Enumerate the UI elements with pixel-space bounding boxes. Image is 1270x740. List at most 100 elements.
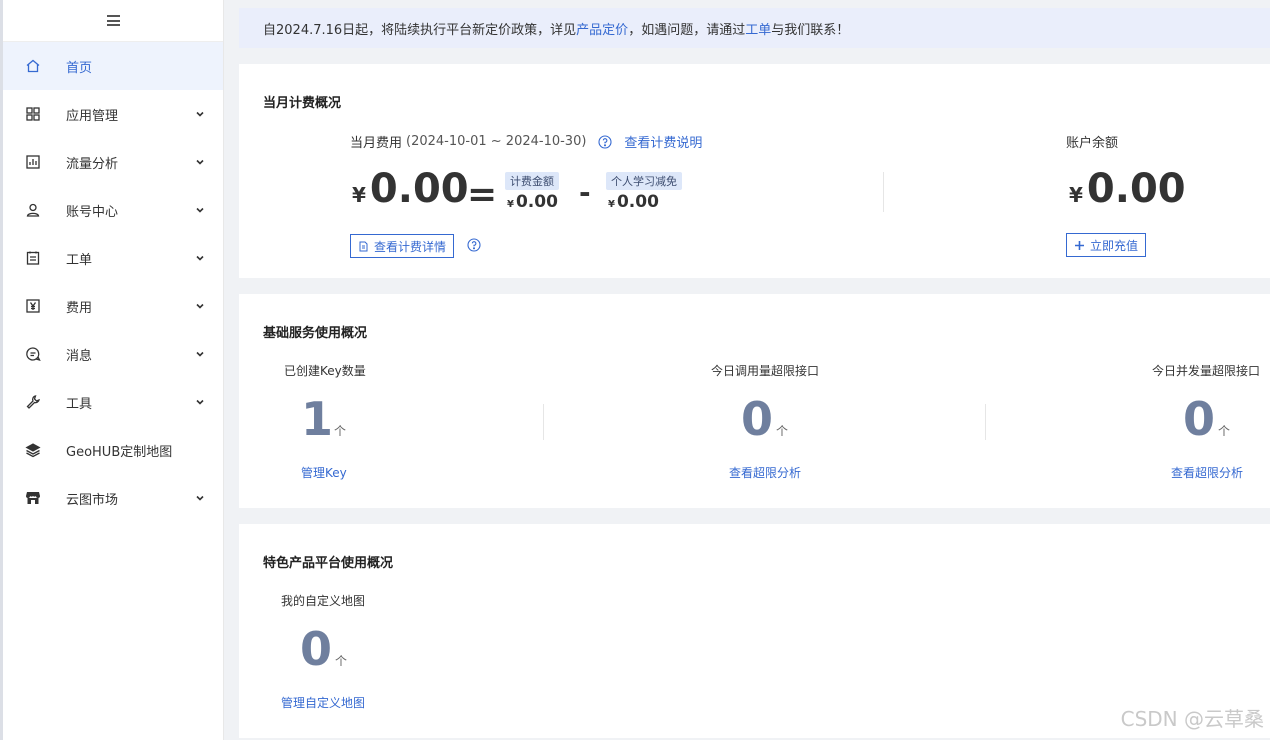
stat-value: 0: [1183, 392, 1216, 446]
store-icon: [25, 490, 41, 506]
billed-amount: ¥ 0.00: [507, 192, 558, 212]
sidebar-item-label: 工单: [66, 252, 93, 268]
main-content: 自2024.7.16日起，将陆续执行平台新定价政策，详见 产品定价 ，如遇问题，请通…: [239, 8, 1270, 738]
button-label: 立即充值: [1090, 238, 1139, 253]
sidebar-item-home[interactable]: 首页: [3, 42, 223, 90]
relief-amount: ¥ 0.00: [608, 192, 659, 212]
manage-custom-map-link[interactable]: 管理自定义地图: [281, 694, 365, 711]
stat-label: 今日调用量超限接口: [711, 364, 820, 378]
chevron-down-icon[interactable]: [195, 109, 205, 119]
sidebar-item-geohub[interactable]: GeoHUB定制地图: [3, 426, 223, 474]
recharge-button[interactable]: 立即充值: [1066, 233, 1147, 257]
chevron-down-icon[interactable]: [195, 493, 205, 503]
currency-symbol: ¥: [1069, 183, 1083, 207]
view-billing-details-button[interactable]: 查看计费详情: [350, 234, 455, 258]
billing-title: 当月计费概况: [263, 96, 342, 111]
divider: [543, 404, 544, 440]
layers-icon: [25, 442, 41, 458]
relief-tag: 个人学习减免: [606, 172, 682, 190]
sidebar-item-label: 费用: [66, 300, 93, 316]
currency-symbol: ¥: [352, 183, 366, 207]
sidebar-item-label: 流量分析: [66, 156, 119, 172]
divider: [883, 172, 884, 212]
chevron-down-icon[interactable]: [195, 253, 205, 263]
chevron-down-icon[interactable]: [195, 301, 205, 311]
sidebar-item-app-management[interactable]: 应用管理: [3, 90, 223, 138]
balance-value: 0.00: [1086, 166, 1186, 212]
total-fee: ¥ 0.00: [352, 166, 469, 212]
sidebar-item-fees[interactable]: 费用: [3, 282, 223, 330]
hamburger-icon[interactable]: [106, 15, 120, 26]
stat-label: 今日并发量超限接口: [1152, 364, 1261, 378]
stat-value: 0: [741, 392, 774, 446]
relief-amount-value: 0.00: [616, 192, 659, 212]
help-icon[interactable]: [467, 238, 481, 252]
basic-services-title: 基础服务使用概况: [263, 326, 368, 341]
ticket-link[interactable]: 工单: [745, 19, 771, 38]
button-label: 查看计费详情: [374, 239, 447, 254]
sidebar-item-account-center[interactable]: 账号中心: [3, 186, 223, 234]
sidebar-item-label: 云图市场: [66, 492, 119, 508]
watermark: CSDN @云草桑: [1120, 707, 1264, 731]
basic-services-card: 基础服务使用概况 已创建Key数量 1 个 管理Key 今日调用量超限接口 0 …: [239, 294, 1270, 508]
sidebar-item-label: 工具: [66, 396, 93, 412]
chevron-down-icon[interactable]: [195, 349, 205, 359]
document-icon: [359, 241, 368, 251]
monthly-fee-label: 当月费用 (2024-10-01 ~ 2024-10-30) 查看计费说明: [350, 132, 702, 151]
sidebar-item-label: 首页: [66, 60, 93, 76]
stat-unit: 个: [1218, 424, 1231, 438]
stat-label: 我的自定义地图: [281, 594, 366, 608]
equals-sign: =: [467, 174, 498, 215]
sidebar-item-cloud-market[interactable]: 云图市场: [3, 474, 223, 522]
chevron-down-icon[interactable]: [195, 397, 205, 407]
chevron-down-icon[interactable]: [195, 157, 205, 167]
sidebar-toggle-button[interactable]: [3, 0, 223, 42]
stat-unit: 个: [335, 654, 348, 668]
ticket-icon: [25, 250, 41, 266]
sidebar-item-label: 应用管理: [66, 108, 119, 124]
feature-products-card: 特色产品平台使用概况 我的自定义地图 0 个 管理自定义地图: [239, 524, 1270, 738]
stat-value: 1: [301, 392, 334, 446]
fee-label-text: 当月费用: [350, 136, 403, 151]
billing-card: 当月计费概况 当月费用 (2024-10-01 ~ 2024-10-30) 查看…: [239, 64, 1270, 278]
pricing-link[interactable]: 产品定价: [576, 19, 628, 38]
chevron-down-icon[interactable]: [195, 205, 205, 215]
notice-text: 自2024.7.16日起，将陆续执行平台新定价政策，详见: [263, 22, 577, 38]
wrench-icon: [25, 394, 41, 410]
sidebar-item-label: GeoHUB定制地图: [66, 444, 173, 460]
user-icon: [25, 202, 41, 218]
notice-banner: 自2024.7.16日起，将陆续执行平台新定价政策，详见 产品定价 ，如遇问题，请通…: [239, 8, 1270, 48]
sidebar-item-ticket[interactable]: 工单: [3, 234, 223, 282]
stat-unit: 个: [776, 424, 789, 438]
yen-icon: [25, 298, 41, 314]
stat-unit: 个: [334, 424, 347, 438]
feature-products-title: 特色产品平台使用概况: [263, 556, 394, 571]
manage-key-link[interactable]: 管理Key: [301, 464, 347, 481]
total-fee-value: 0.00: [369, 166, 469, 212]
concurrency-overlimit-link[interactable]: 查看超限分析: [1171, 464, 1243, 481]
sidebar-item-traffic-analysis[interactable]: 流量分析: [3, 138, 223, 186]
chart-icon: [25, 154, 41, 170]
sidebar: 首页 应用管理 流量分析 账号中心 工单 费用 消息 工具 GeoHUB定制地图…: [0, 0, 224, 740]
account-balance: ¥ 0.00: [1069, 166, 1186, 212]
billed-amount-value: 0.00: [515, 192, 558, 212]
billing-explain-link[interactable]: 查看计费说明: [624, 132, 702, 151]
date-range: (2024-10-01 ~ 2024-10-30): [406, 134, 587, 149]
sidebar-item-tools[interactable]: 工具: [3, 378, 223, 426]
divider: [985, 404, 986, 440]
sidebar-item-label: 账号中心: [66, 204, 119, 220]
help-icon[interactable]: [598, 134, 612, 149]
notice-text: 与我们联系！: [771, 22, 850, 38]
balance-label: 账户余额: [1066, 136, 1119, 151]
notice-text: ，如遇问题，请通过: [628, 22, 746, 38]
minus-sign: -: [579, 176, 591, 209]
home-icon: [25, 58, 41, 74]
overlimit-analysis-link[interactable]: 查看超限分析: [729, 464, 801, 481]
stat-label: 已创建Key数量: [284, 364, 366, 378]
sidebar-item-messages[interactable]: 消息: [3, 330, 223, 378]
stat-value: 0: [300, 622, 333, 676]
message-icon: [25, 346, 41, 362]
grid-icon: [25, 106, 41, 122]
sidebar-item-label: 消息: [66, 348, 93, 364]
currency-symbol: ¥: [608, 199, 615, 210]
